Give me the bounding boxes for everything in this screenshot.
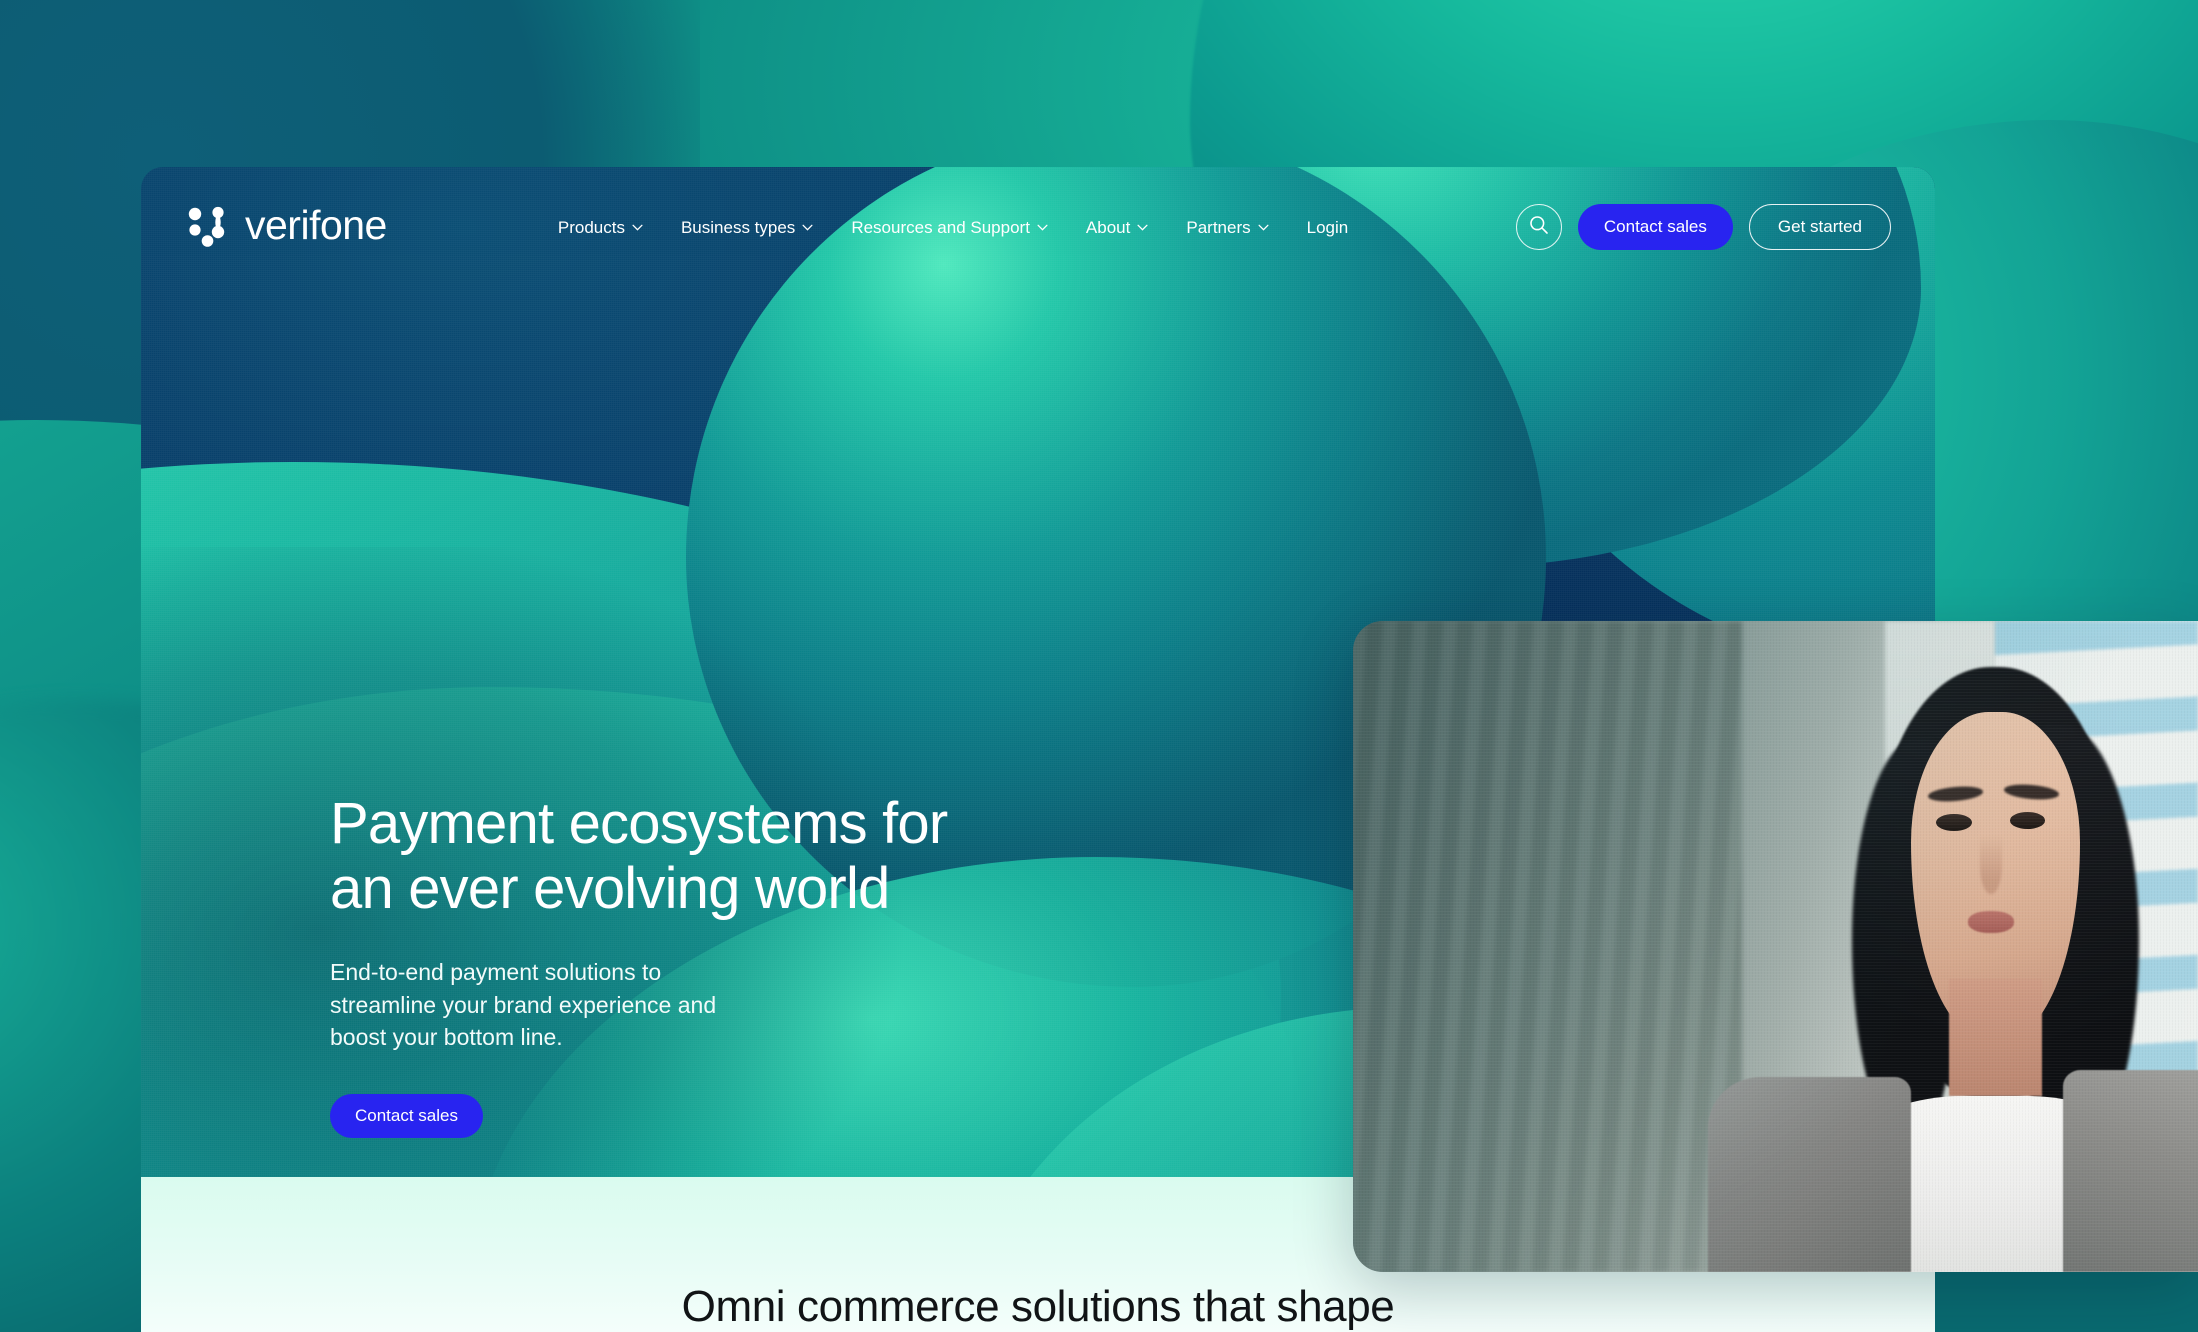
- nav-item-resources-and-support[interactable]: Resources and Support: [832, 209, 1067, 246]
- verifone-logo[interactable]: verifone: [187, 201, 387, 250]
- search-button[interactable]: [1515, 204, 1562, 250]
- chevron-down-icon: [1258, 224, 1269, 231]
- chevron-down-icon: [1037, 224, 1048, 231]
- contact-sales-button[interactable]: Contact sales: [1577, 204, 1733, 250]
- hero-subtitle: End-to-end payment solutions to streamli…: [330, 958, 717, 1051]
- site-header: verifone Products Business types Resourc: [141, 167, 1935, 287]
- search-icon: [1528, 214, 1550, 241]
- nav-label: Login: [1306, 217, 1349, 237]
- primary-navigation: Products Business types Resources and Su…: [539, 209, 1367, 246]
- nav-item-login[interactable]: Login: [1288, 209, 1368, 246]
- verifone-dots-logo-icon: [187, 205, 231, 249]
- get-started-button[interactable]: Get started: [1748, 204, 1891, 250]
- verifone-wordmark: verifone: [245, 201, 387, 248]
- nav-label: Products: [557, 217, 625, 237]
- nav-item-about[interactable]: About: [1067, 209, 1167, 246]
- hero-title: Payment ecosystems for an ever evolving …: [330, 791, 948, 921]
- chevron-down-icon: [802, 224, 813, 231]
- nav-label: Business types: [680, 217, 796, 237]
- hero-copy: Payment ecosystems for an ever evolving …: [330, 791, 1050, 1138]
- hero-contact-sales-button[interactable]: Contact sales: [330, 1093, 483, 1138]
- chevron-down-icon: [632, 224, 643, 231]
- nav-item-partners[interactable]: Partners: [1167, 209, 1287, 246]
- photo-grain-overlay: [1353, 621, 2198, 1272]
- nav-label: Resources and Support: [851, 217, 1030, 237]
- header-actions: Contact sales Get started: [1515, 204, 1891, 250]
- hero-photo-card: [1353, 621, 2198, 1272]
- nav-item-business-types[interactable]: Business types: [662, 209, 832, 246]
- nav-item-products[interactable]: Products: [539, 209, 662, 246]
- section-heading: Omni commerce solutions that shape: [681, 1282, 1395, 1331]
- chevron-down-icon: [1137, 224, 1148, 231]
- nav-label: About: [1085, 217, 1131, 237]
- nav-label: Partners: [1186, 217, 1251, 237]
